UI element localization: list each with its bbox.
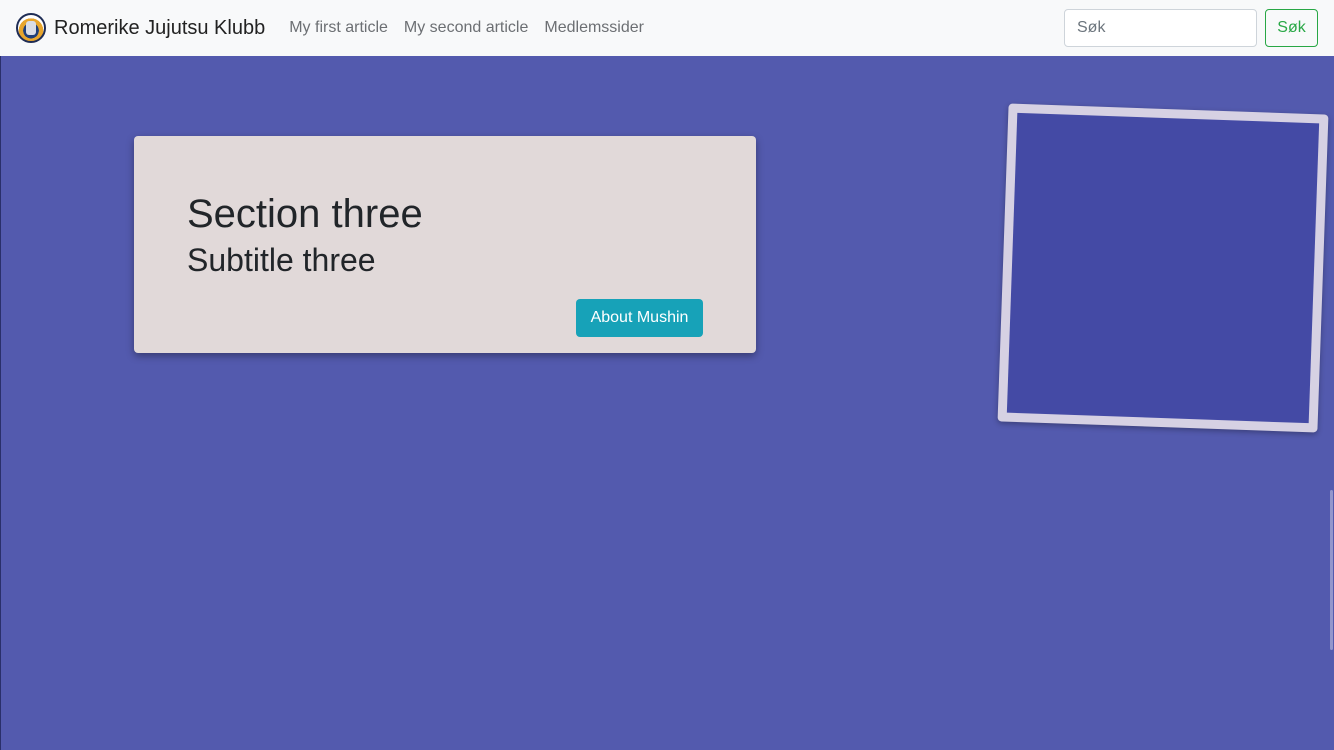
- scrollbar-thumb[interactable]: [1330, 490, 1333, 650]
- nav-link-second-article[interactable]: My second article: [396, 19, 537, 37]
- image-placeholder: [1006, 112, 1320, 424]
- search-button[interactable]: Søk: [1265, 9, 1318, 47]
- section-title: Section three: [187, 192, 423, 236]
- section-card: Section three Subtitle three About Mushi…: [134, 136, 756, 353]
- brand-name: Romerike Jujutsu Klubb: [54, 16, 266, 39]
- brand-link[interactable]: Romerike Jujutsu Klubb: [16, 13, 265, 43]
- search-input[interactable]: [1064, 9, 1257, 47]
- nav-links: My first article My second article Medle…: [281, 19, 652, 37]
- search-form: Søk: [1064, 9, 1318, 47]
- section-subtitle: Subtitle three: [187, 242, 376, 278]
- nav-link-first-article[interactable]: My first article: [281, 19, 396, 37]
- tilted-image-frame: [997, 103, 1329, 433]
- about-mushin-button[interactable]: About Mushin: [576, 299, 703, 337]
- club-logo-icon: [16, 13, 46, 43]
- top-navbar: Romerike Jujutsu Klubb My first article …: [0, 0, 1334, 56]
- page-left-edge: [0, 56, 1, 750]
- nav-link-member-pages[interactable]: Medlemssider: [536, 19, 652, 37]
